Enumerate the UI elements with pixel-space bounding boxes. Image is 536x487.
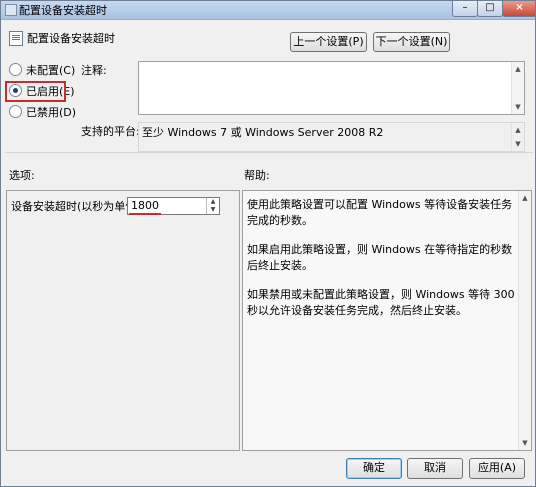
comment-textarea[interactable]: ▲ ▼ — [138, 61, 525, 115]
policy-dialog: 配置设备安装超时 – □ × 配置设备安装超时 上一个设置(P) 下一个设置(N… — [0, 0, 536, 487]
comment-label: 注释: — [81, 64, 107, 77]
help-scrollbar[interactable]: ▲ ▼ — [518, 191, 531, 450]
comment-scrollbar[interactable]: ▲ ▼ — [511, 62, 524, 114]
platform-field: 至少 Windows 7 或 Windows Server 2008 R2 ▲ … — [138, 122, 525, 152]
scroll-up-icon[interactable]: ▲ — [512, 64, 524, 74]
highlight-underline — [129, 213, 161, 215]
previous-setting-button[interactable]: 上一个设置(P) — [290, 32, 367, 52]
policy-icon — [9, 31, 23, 46]
help-paragraph: 如果启用此策略设置，则 Windows 在等待指定的秒数后终止安装。 — [247, 243, 513, 272]
platform-scrollbar[interactable]: ▲ ▼ — [511, 123, 524, 151]
section-divider — [5, 152, 533, 153]
options-heading: 选项: — [9, 169, 35, 182]
maximize-button[interactable]: □ — [477, 1, 503, 17]
scroll-up-icon[interactable]: ▲ — [512, 125, 524, 135]
radio-circle[interactable] — [9, 105, 22, 118]
close-button[interactable]: × — [502, 1, 535, 17]
help-panel: 使用此策略设置可以配置 Windows 等待设备安装任务完成的秒数。 如果启用此… — [242, 190, 532, 451]
stepper-up-icon[interactable]: ▲ — [207, 198, 219, 206]
help-paragraph: 如果禁用或未配置此策略设置，则 Windows 等待 300 秒以允许设备安装任… — [247, 288, 515, 317]
title-bar[interactable]: 配置设备安装超时 – □ × — [1, 1, 535, 20]
scroll-down-icon[interactable]: ▼ — [519, 438, 531, 448]
apply-button[interactable]: 应用(A) — [469, 458, 525, 479]
radio-circle[interactable] — [9, 63, 22, 76]
next-setting-button[interactable]: 下一个设置(N) — [373, 32, 450, 52]
minimize-button[interactable]: – — [452, 1, 478, 17]
platform-value: 至少 Windows 7 或 Windows Server 2008 R2 — [142, 126, 384, 139]
highlight-box — [5, 81, 66, 102]
app-icon — [5, 4, 17, 16]
window-title: 配置设备安装超时 — [19, 4, 107, 17]
timeout-value: 1800 — [131, 199, 159, 212]
cancel-button[interactable]: 取消 — [407, 458, 463, 479]
platform-label: 支持的平台: — [81, 125, 140, 138]
stepper-down-icon[interactable]: ▼ — [207, 206, 219, 214]
scroll-down-icon[interactable]: ▼ — [512, 102, 524, 112]
ok-button[interactable]: 确定 — [346, 458, 402, 479]
help-heading: 帮助: — [244, 169, 270, 182]
radio-label: 未配置(C) — [26, 64, 76, 77]
scroll-up-icon[interactable]: ▲ — [519, 193, 531, 203]
scroll-down-icon[interactable]: ▼ — [512, 139, 524, 149]
radio-disabled[interactable]: 已禁用(D) — [9, 105, 76, 121]
timeout-label: 设备安装超时(以秒为单位) — [11, 200, 141, 213]
stepper-buttons[interactable]: ▲ ▼ — [206, 198, 219, 214]
options-panel — [6, 190, 240, 451]
radio-not-configured[interactable]: 未配置(C) — [9, 63, 75, 79]
radio-label: 已禁用(D) — [26, 106, 77, 119]
help-text: 使用此策略设置可以配置 Windows 等待设备安装任务完成的秒数。 如果启用此… — [247, 197, 515, 319]
page-title: 配置设备安装超时 — [27, 32, 115, 45]
help-paragraph: 使用此策略设置可以配置 Windows 等待设备安装任务完成的秒数。 — [247, 198, 513, 227]
